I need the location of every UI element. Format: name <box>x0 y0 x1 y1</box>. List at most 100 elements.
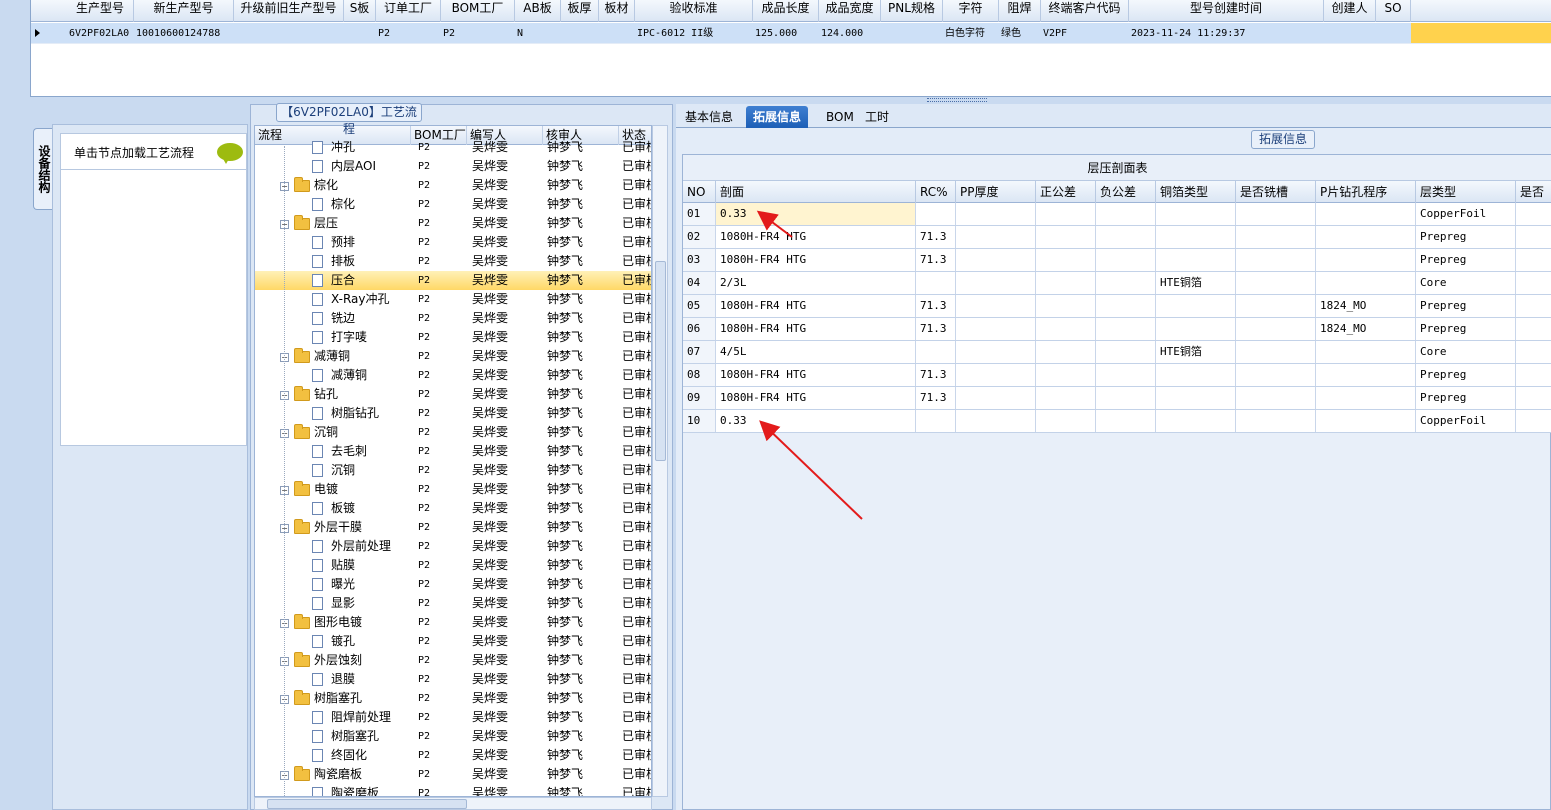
stackup-cell[interactable] <box>1516 364 1551 386</box>
stackup-cell[interactable]: 71.3 <box>916 364 956 386</box>
stackup-cell[interactable]: 0.33 <box>716 410 916 432</box>
stackup-cell[interactable] <box>1236 364 1316 386</box>
process-node[interactable]: −层压P2吴烨雯钟梦飞已审核 <box>255 214 651 233</box>
stackup-cell[interactable] <box>956 249 1036 271</box>
stackup-cell[interactable]: 1080H-FR4 HTG <box>716 318 916 340</box>
stackup-cell[interactable] <box>1156 249 1236 271</box>
stackup-cell[interactable] <box>916 410 956 432</box>
stackup-cell[interactable] <box>1096 203 1156 225</box>
tab-bom[interactable]: BOM <box>819 106 861 128</box>
stackup-cell[interactable] <box>1096 364 1156 386</box>
stackup-cell[interactable] <box>1096 249 1156 271</box>
stackup-cell[interactable] <box>1036 387 1096 409</box>
stackup-cell[interactable] <box>1096 341 1156 363</box>
stackup-cell[interactable]: 1080H-FR4 HTG <box>716 295 916 317</box>
stackup-cell[interactable]: 71.3 <box>916 249 956 271</box>
grid-column-header[interactable]: 创建人 <box>1324 0 1376 22</box>
product-grid-row[interactable]: 6V2PF02LA0 10010600124788 P2 P2 N IPC-6012 II… <box>31 23 1551 44</box>
process-node[interactable]: 树脂钻孔 P2 吴烨雯 钟梦飞 已审核 <box>255 404 651 423</box>
splitter-grip-icon[interactable] <box>927 98 987 102</box>
stackup-cell[interactable] <box>1036 272 1096 294</box>
stackup-cell[interactable] <box>1096 272 1156 294</box>
stackup-cell[interactable] <box>1516 410 1551 432</box>
stackup-cell[interactable] <box>956 272 1036 294</box>
stackup-cell[interactable] <box>1096 387 1156 409</box>
stackup-cell[interactable]: Prepreg <box>1416 226 1516 248</box>
stackup-cell[interactable]: 0.33 <box>716 203 916 225</box>
stackup-cell[interactable]: Prepreg <box>1416 387 1516 409</box>
stackup-cell[interactable] <box>916 272 956 294</box>
stackup-cell[interactable] <box>1236 272 1316 294</box>
grid-column-header[interactable]: 终端客户代码 <box>1041 0 1129 22</box>
stackup-cell[interactable] <box>1156 364 1236 386</box>
process-node[interactable]: 预排 P2 吴烨雯 钟梦飞 已审核 <box>255 233 651 252</box>
stackup-cell[interactable] <box>956 203 1036 225</box>
process-node[interactable]: 铣边 P2 吴烨雯 钟梦飞 已审核 <box>255 309 651 328</box>
stackup-row[interactable]: 03 1080H-FR4 HTG 71.3 Prepreg <box>683 249 1551 272</box>
stackup-cell[interactable] <box>1156 410 1236 432</box>
process-node[interactable]: −图形电镀P2吴烨雯钟梦飞已审核 <box>255 613 651 632</box>
stackup-cell[interactable]: Core <box>1416 272 1516 294</box>
process-node[interactable]: 内层AOI P2 吴烨雯 钟梦飞 已审核 <box>255 157 651 176</box>
stackup-cell[interactable] <box>1516 226 1551 248</box>
grid-column-header[interactable]: SO <box>1376 0 1411 22</box>
stackup-cell[interactable] <box>1236 226 1316 248</box>
process-node[interactable]: 去毛刺 P2 吴烨雯 钟梦飞 已审核 <box>255 442 651 461</box>
stackup-row[interactable]: 01 0.33 CopperFoil <box>683 203 1551 226</box>
grid-column-header[interactable]: 成品长度 <box>753 0 819 22</box>
process-node[interactable]: 树脂塞孔 P2 吴烨雯 钟梦飞 已审核 <box>255 727 651 746</box>
stackup-cell[interactable] <box>1036 341 1096 363</box>
stackup-cell[interactable] <box>1516 387 1551 409</box>
stackup-cell[interactable] <box>1036 203 1096 225</box>
stackup-cell[interactable] <box>1236 387 1316 409</box>
process-node[interactable]: 镀孔 P2 吴烨雯 钟梦飞 已审核 <box>255 632 651 651</box>
process-node[interactable]: 外层前处理 P2 吴烨雯 钟梦飞 已审核 <box>255 537 651 556</box>
grid-column-header[interactable]: 生产型号 <box>67 0 134 22</box>
stackup-cell[interactable] <box>1516 249 1551 271</box>
stackup-column-header[interactable]: PP厚度 <box>956 181 1036 203</box>
process-node[interactable]: −棕化P2吴烨雯钟梦飞已审核 <box>255 176 651 195</box>
stackup-column-header[interactable]: 铜箔类型 <box>1156 181 1236 203</box>
stackup-cell[interactable] <box>1156 203 1236 225</box>
stackup-cell[interactable] <box>1036 226 1096 248</box>
horizontal-splitter[interactable] <box>30 97 1551 104</box>
stackup-cell[interactable] <box>1096 318 1156 340</box>
stackup-cell[interactable] <box>1236 249 1316 271</box>
stackup-cell[interactable] <box>1036 410 1096 432</box>
stackup-cell[interactable] <box>956 226 1036 248</box>
stackup-cell[interactable] <box>1236 318 1316 340</box>
stackup-cell[interactable]: 4/5L <box>716 341 916 363</box>
process-node[interactable]: −外层蚀刻P2吴烨雯钟梦飞已审核 <box>255 651 651 670</box>
stackup-cell[interactable] <box>1316 410 1416 432</box>
stackup-cell[interactable] <box>1516 203 1551 225</box>
tab-ext-info[interactable]: 拓展信息 <box>746 106 809 128</box>
stackup-cell[interactable]: 71.3 <box>916 226 956 248</box>
stackup-column-header[interactable]: 正公差 <box>1036 181 1096 203</box>
grid-column-header[interactable]: 成品宽度 <box>819 0 881 22</box>
grid-column-header[interactable]: 板材 <box>599 0 635 22</box>
stackup-cell[interactable] <box>1036 364 1096 386</box>
equipment-tree-area[interactable] <box>60 169 247 446</box>
process-node[interactable]: 排板 P2 吴烨雯 钟梦飞 已审核 <box>255 252 651 271</box>
grid-column-header[interactable]: BOM工厂 <box>441 0 515 22</box>
grid-column-header[interactable]: S板 <box>344 0 376 22</box>
stackup-cell[interactable] <box>1516 272 1551 294</box>
stackup-cell[interactable] <box>1236 410 1316 432</box>
stackup-cell[interactable]: 1080H-FR4 HTG <box>716 226 916 248</box>
stackup-cell[interactable]: 2/3L <box>716 272 916 294</box>
grid-column-header[interactable]: PNL规格 <box>881 0 943 22</box>
stackup-cell[interactable] <box>916 203 956 225</box>
stackup-column-header[interactable]: 负公差 <box>1096 181 1156 203</box>
process-node[interactable]: 沉铜 P2 吴烨雯 钟梦飞 已审核 <box>255 461 651 480</box>
stackup-cell[interactable]: 71.3 <box>916 295 956 317</box>
stackup-row[interactable]: 06 1080H-FR4 HTG 71.3 1824_MO Prepreg <box>683 318 1551 341</box>
tab-work-hours[interactable]: 工时 <box>858 106 896 128</box>
grid-column-header[interactable]: AB板 <box>515 0 561 22</box>
stackup-cell[interactable] <box>1516 341 1551 363</box>
stackup-column-header[interactable]: 是否 <box>1516 181 1551 203</box>
stackup-cell[interactable] <box>1236 295 1316 317</box>
stackup-cell[interactable] <box>916 341 956 363</box>
stackup-cell[interactable] <box>1096 226 1156 248</box>
process-node[interactable]: −钻孔P2吴烨雯钟梦飞已审核 <box>255 385 651 404</box>
grid-column-header[interactable]: 升级前旧生产型号 <box>234 0 344 22</box>
